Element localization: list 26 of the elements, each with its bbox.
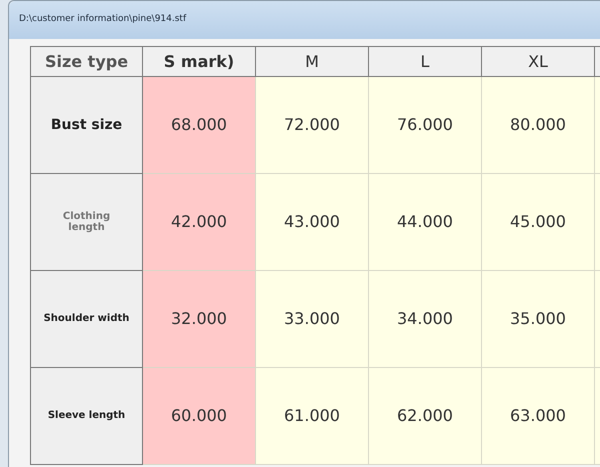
table-cell: 63.000 bbox=[482, 368, 595, 465]
table-cell: 43.000 bbox=[256, 174, 369, 271]
header-cell: Size type bbox=[30, 46, 143, 77]
table-cell: 72.000 bbox=[256, 77, 369, 174]
table-cell: 32.000 bbox=[143, 271, 256, 368]
table-cell: 42.000 bbox=[143, 174, 256, 271]
table-cell: 34.000 bbox=[369, 271, 482, 368]
row-header: Shoulder width bbox=[30, 271, 143, 368]
row-header: Sleeve length bbox=[30, 368, 143, 465]
column-header[interactable]: L bbox=[369, 46, 482, 77]
row-header: Clothing length bbox=[30, 174, 143, 271]
table-cell: 68.000 bbox=[143, 77, 256, 174]
column-header[interactable]: S mark) bbox=[143, 46, 256, 77]
table-cell: 33.000 bbox=[256, 271, 369, 368]
table-cell: 35.000 bbox=[482, 271, 595, 368]
row-header: Bust size bbox=[30, 77, 143, 174]
table-cell: 60.000 bbox=[143, 368, 256, 465]
column-header[interactable]: M bbox=[256, 46, 369, 77]
table-cell: 80.000 bbox=[482, 77, 595, 174]
table-cell: 76.000 bbox=[369, 77, 482, 174]
window-title: D:\customer information\pine\914.stf bbox=[19, 13, 186, 26]
column-header[interactable]: XL bbox=[482, 46, 595, 77]
table-cell: 44.000 bbox=[369, 174, 482, 271]
table-cell: 62.000 bbox=[369, 368, 482, 465]
table-cell: 45.000 bbox=[482, 174, 595, 271]
table-cell: 61.000 bbox=[256, 368, 369, 465]
